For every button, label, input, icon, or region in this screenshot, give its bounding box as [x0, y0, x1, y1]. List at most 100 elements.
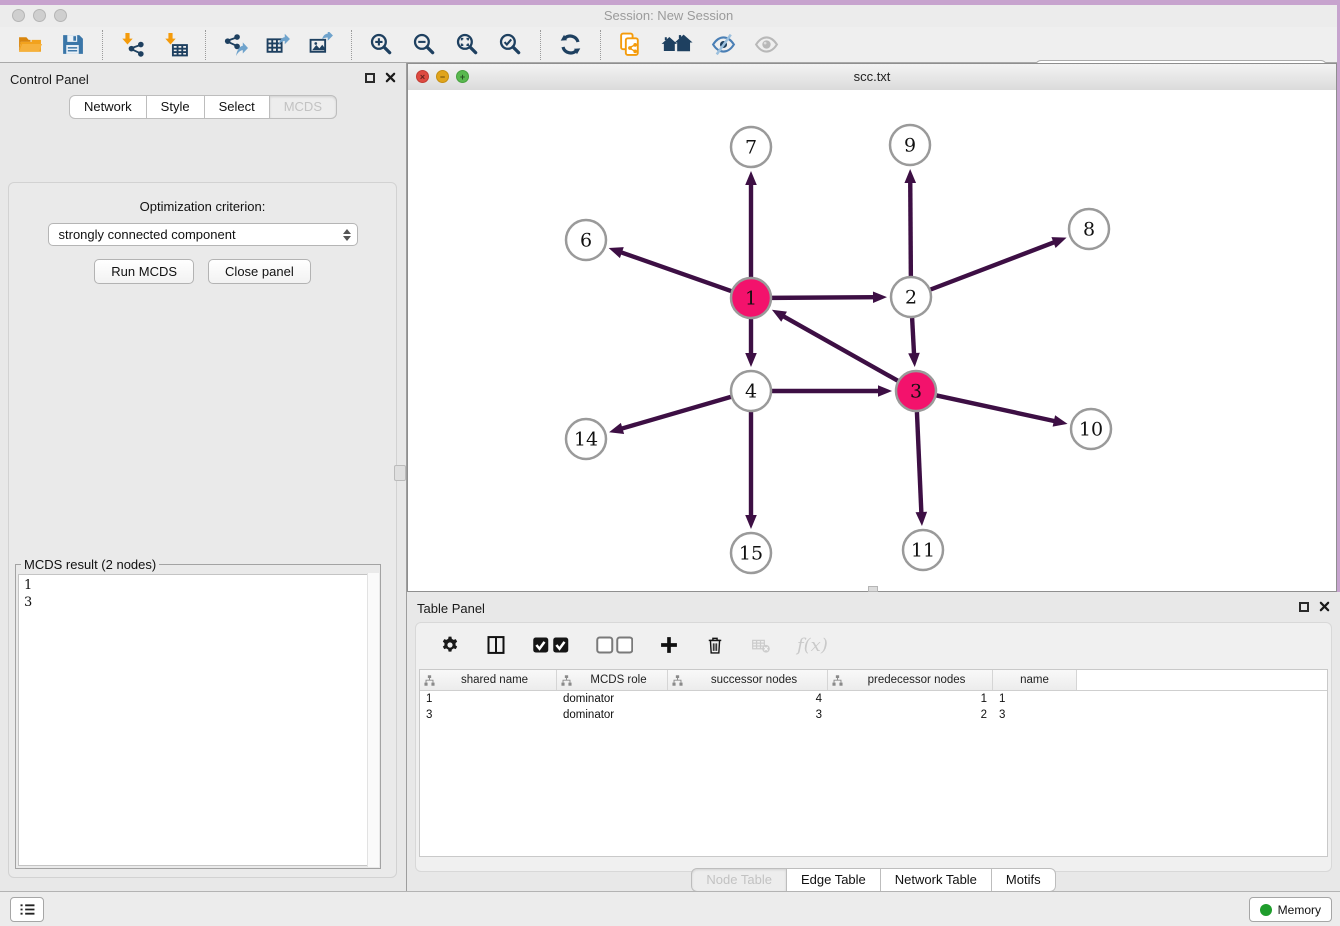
import-network-icon[interactable]: [111, 29, 154, 61]
control-panel-tabs: NetworkStyleSelectMCDS: [0, 95, 406, 119]
edge-2-3[interactable]: [908, 318, 920, 367]
svg-text:6: 6: [580, 230, 592, 252]
edge-2-8[interactable]: [931, 237, 1067, 289]
column-header-predecessor-nodes[interactable]: predecessor nodes: [828, 670, 993, 690]
result-scrollbar[interactable]: [367, 573, 379, 867]
column-header-name[interactable]: name: [993, 670, 1077, 690]
open-folder-icon[interactable]: [8, 29, 51, 61]
edge-3-11[interactable]: [916, 412, 928, 526]
node-4[interactable]: 4: [731, 371, 771, 411]
edge-3-1[interactable]: [772, 310, 898, 381]
zoom-fit-icon[interactable]: [446, 29, 489, 61]
node-3[interactable]: 3: [896, 371, 936, 411]
node-8[interactable]: 8: [1069, 209, 1109, 249]
edge-3-10[interactable]: [937, 395, 1068, 426]
column-type-icon: [561, 675, 574, 686]
app-title-bar: Session: New Session: [0, 5, 1337, 27]
export-image-icon[interactable]: [300, 29, 343, 61]
import-table-icon[interactable]: [154, 29, 197, 61]
save-icon[interactable]: [51, 29, 94, 61]
delete-icon[interactable]: [695, 629, 735, 661]
select-all-icon[interactable]: [522, 629, 580, 661]
table-panel-body: f(x) shared nameMCDS rolesuccessor nodes…: [415, 622, 1332, 872]
tab-mcds[interactable]: MCDS: [270, 95, 337, 119]
node-9[interactable]: 9: [890, 125, 930, 165]
node-10[interactable]: 10: [1071, 409, 1111, 449]
edge-1-6[interactable]: [609, 247, 732, 291]
close-panel-icon[interactable]: [1319, 601, 1330, 612]
gear-icon[interactable]: [430, 629, 470, 661]
edge-4-14[interactable]: [609, 397, 731, 434]
edge-1-2[interactable]: [772, 291, 887, 303]
refresh-icon[interactable]: [549, 29, 592, 61]
table-row[interactable]: 3dominator323: [420, 707, 1327, 723]
optimization-criterion-label: Optimization criterion:: [9, 199, 396, 214]
node-15[interactable]: 15: [731, 533, 771, 573]
node-11[interactable]: 11: [903, 530, 943, 570]
node-2[interactable]: 2: [891, 277, 931, 317]
task-history-button[interactable]: [10, 897, 44, 922]
network-window-titlebar[interactable]: × − + scc.txt: [408, 64, 1336, 91]
zoom-out-icon[interactable]: [403, 29, 446, 61]
mcds-result-text[interactable]: 1 3: [18, 574, 378, 866]
export-table-icon[interactable]: [257, 29, 300, 61]
tab-motifs[interactable]: Motifs: [992, 868, 1056, 892]
node-1[interactable]: 1: [731, 278, 771, 318]
tab-style[interactable]: Style: [147, 95, 205, 119]
memory-status-icon: [1260, 904, 1272, 916]
tab-network[interactable]: Network: [69, 95, 147, 119]
network-graph: 7 9 6 8 1 2 4 3 14 10 15 11: [408, 90, 1336, 591]
column-header-successor-nodes[interactable]: successor nodes: [668, 670, 828, 690]
memory-button[interactable]: Memory: [1249, 897, 1332, 922]
float-panel-icon[interactable]: [365, 73, 375, 83]
app-title: Session: New Session: [0, 8, 1337, 23]
column-header-shared-name[interactable]: shared name: [420, 670, 557, 690]
edge-2-9[interactable]: [904, 169, 916, 276]
toolbar-separator: [540, 30, 541, 60]
tab-select[interactable]: Select: [205, 95, 270, 119]
edge-4-15[interactable]: [745, 412, 757, 529]
svg-text:14: 14: [574, 429, 598, 451]
svg-text:10: 10: [1079, 419, 1103, 441]
close-panel-button[interactable]: Close panel: [208, 259, 311, 284]
mcds-result-fieldset: MCDS result (2 nodes) 1 3: [15, 557, 381, 869]
edge-1-4[interactable]: [745, 319, 757, 367]
delete-table-icon: [741, 629, 781, 661]
main-toolbar: [0, 27, 1337, 63]
node-6[interactable]: 6: [566, 220, 606, 260]
tab-edge-table[interactable]: Edge Table: [787, 868, 881, 892]
deselect-all-icon[interactable]: [586, 629, 644, 661]
hide-selected-icon[interactable]: [702, 29, 745, 61]
export-network-icon[interactable]: [214, 29, 257, 61]
network-canvas[interactable]: 7 9 6 8 1 2 4 3 14 10 15 11: [408, 90, 1336, 591]
toolbar-separator: [205, 30, 206, 60]
table-panel-tabs: Node TableEdge TableNetwork TableMotifs: [407, 868, 1340, 892]
table-panel-title: Table Panel: [417, 601, 485, 616]
add-icon[interactable]: [649, 629, 689, 661]
table-body: 1dominator4113dominator323: [420, 691, 1327, 723]
node-table: shared nameMCDS rolesuccessor nodesprede…: [419, 669, 1328, 857]
tab-network-table[interactable]: Network Table: [881, 868, 992, 892]
node-7[interactable]: 7: [731, 127, 771, 167]
network-view-window: × − + scc.txt 7 9 6 8 1 2 4 3 14 10 15 11: [407, 63, 1337, 592]
tab-node-table[interactable]: Node Table: [691, 868, 787, 892]
svg-text:8: 8: [1083, 219, 1095, 241]
node-14[interactable]: 14: [566, 419, 606, 459]
run-mcds-button[interactable]: Run MCDS: [94, 259, 194, 284]
status-bar: Memory: [0, 891, 1340, 926]
edge-4-3[interactable]: [772, 385, 892, 397]
criterion-dropdown[interactable]: strongly connected component: [48, 223, 358, 246]
control-panel-header: Control Panel: [0, 63, 406, 95]
column-type-icon: [424, 675, 437, 686]
new-network-from-selection-icon[interactable]: [609, 29, 652, 61]
columns-panel-icon[interactable]: [476, 629, 516, 661]
home-icon[interactable]: [652, 29, 702, 61]
zoom-selected-icon[interactable]: [489, 29, 532, 61]
float-panel-icon[interactable]: [1299, 602, 1309, 612]
close-panel-icon[interactable]: [385, 72, 396, 83]
zoom-in-icon[interactable]: [360, 29, 403, 61]
table-row[interactable]: 1dominator411: [420, 691, 1327, 707]
edge-1-7[interactable]: [745, 171, 757, 277]
splitter-grip-vertical[interactable]: [394, 465, 406, 481]
column-header-MCDS-role[interactable]: MCDS role: [557, 670, 668, 690]
